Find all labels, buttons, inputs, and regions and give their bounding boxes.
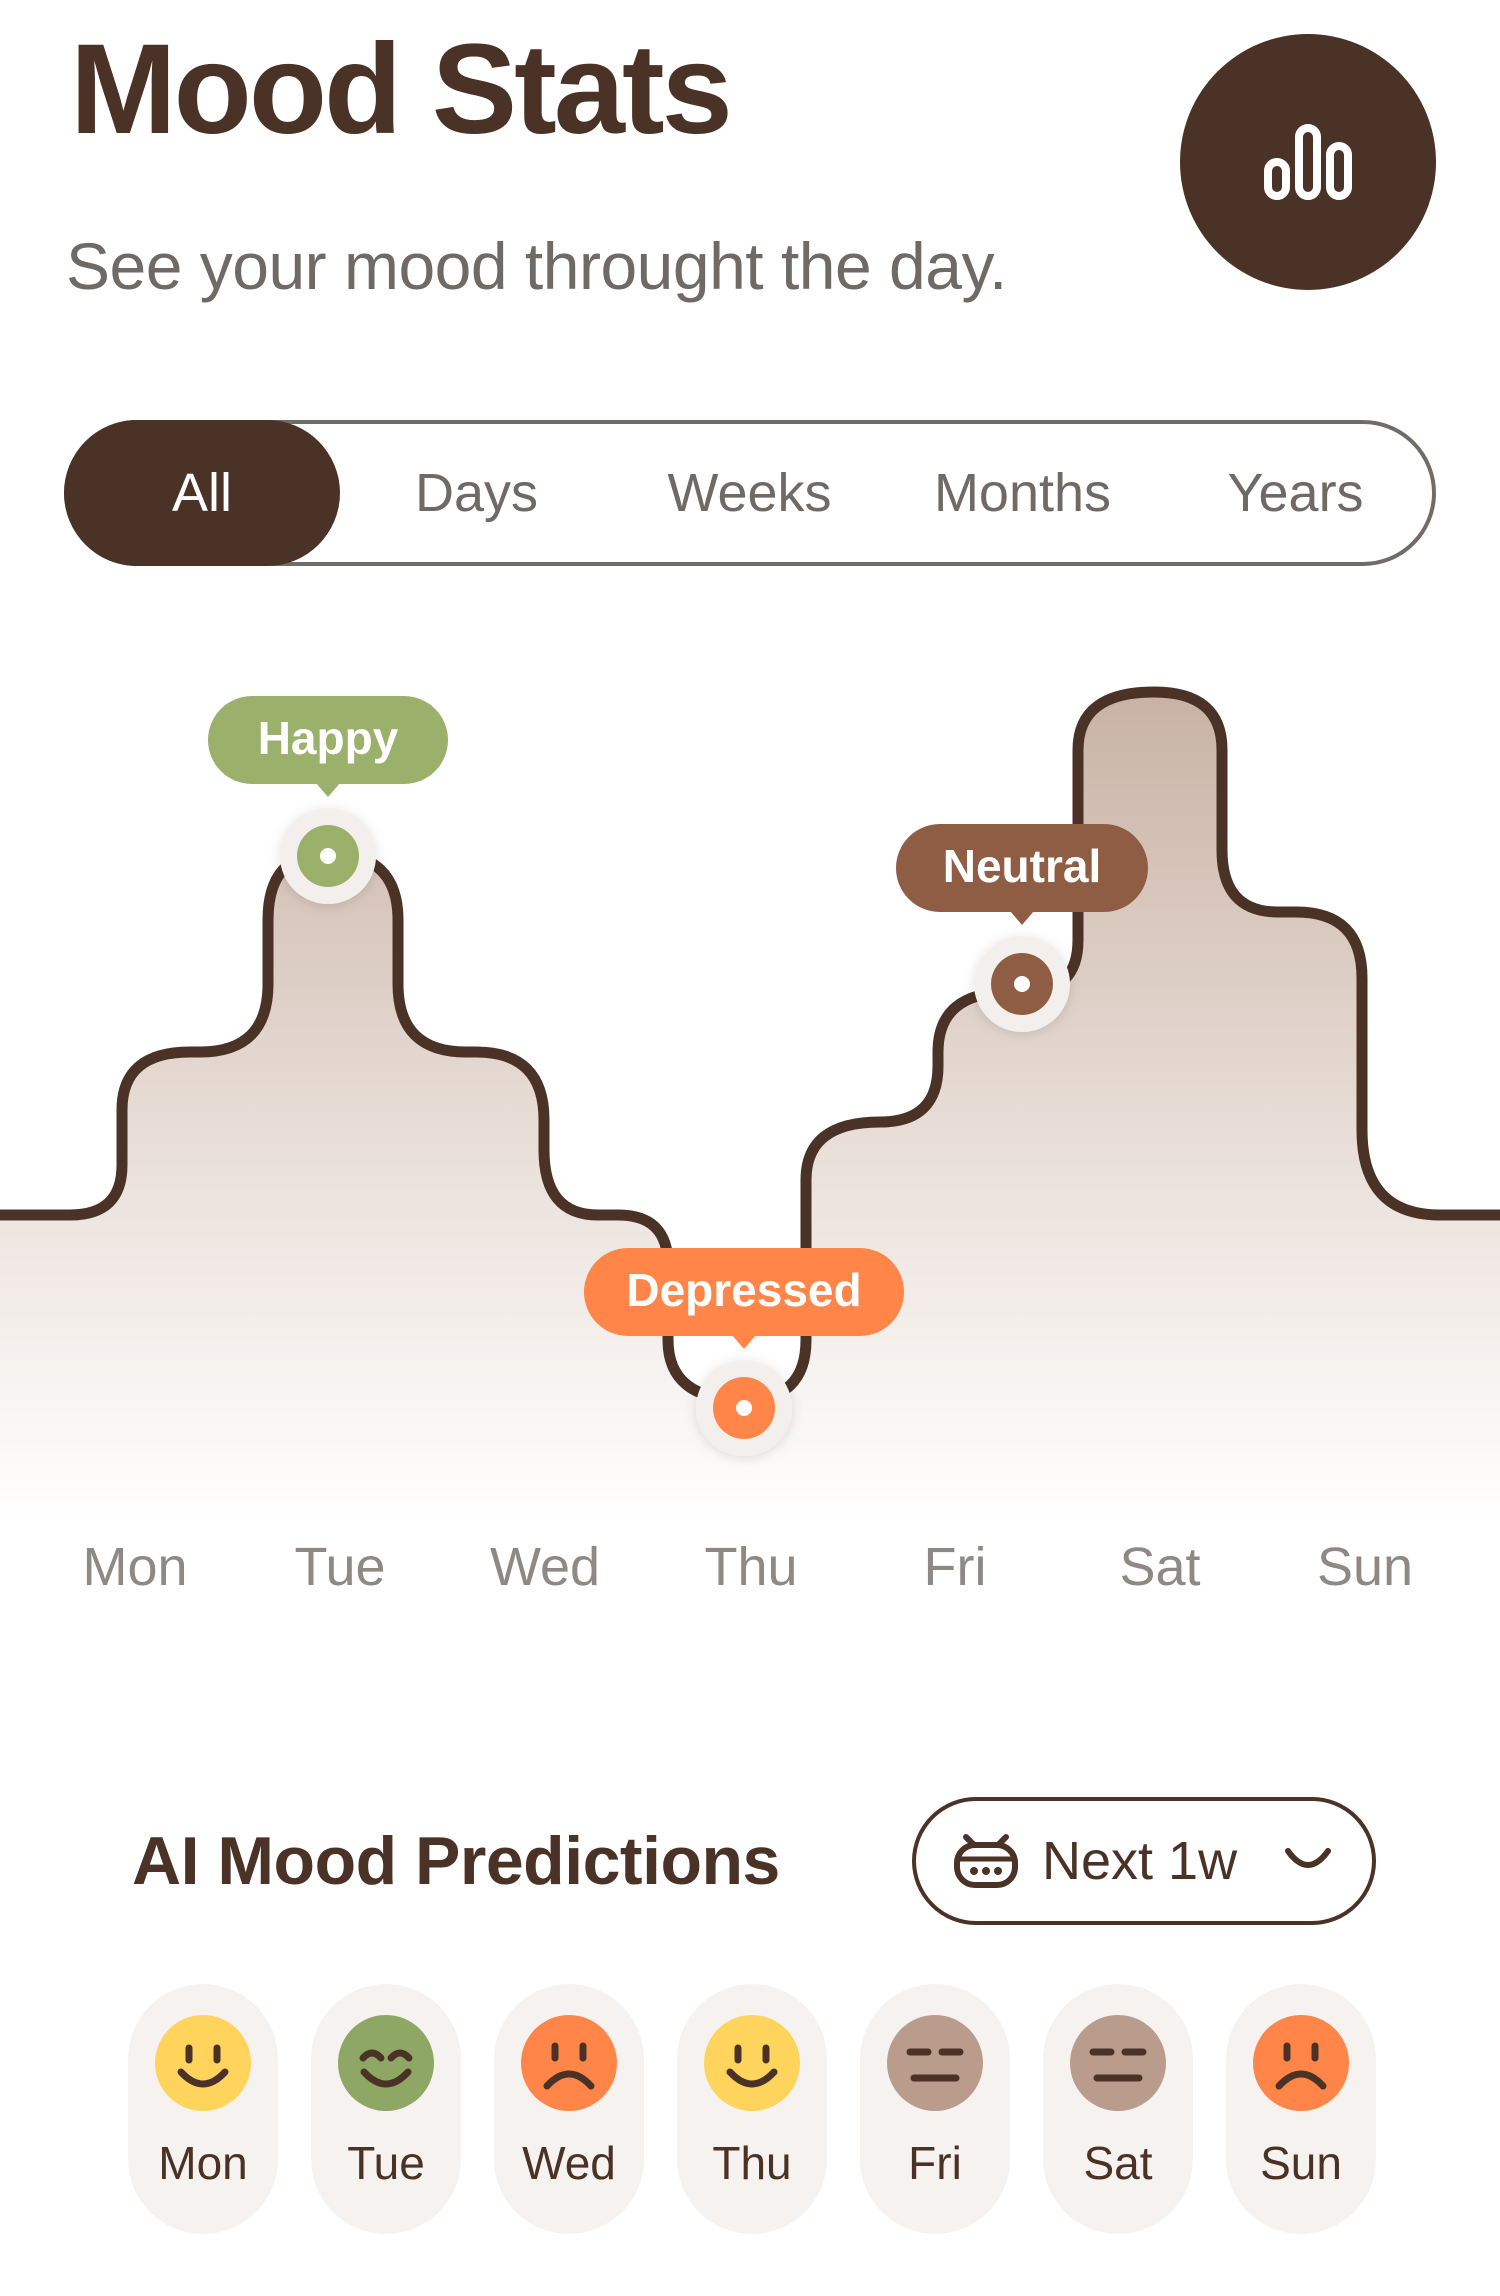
prediction-day-label: Fri [908, 2137, 962, 2189]
prediction-card-mon[interactable]: Mon [128, 1984, 278, 2234]
prediction-day-label: Thu [712, 2137, 792, 2189]
period-label: Next 1w [1042, 1831, 1238, 1891]
tab-weeks[interactable]: Weeks [613, 424, 886, 562]
robot-icon [954, 1834, 1018, 1888]
prediction-card-thu[interactable]: Thu [677, 1984, 827, 2234]
neutral-face-icon [1070, 2015, 1166, 2111]
prediction-card-sun[interactable]: Sun [1226, 1984, 1376, 2234]
sad-face-icon [1253, 2015, 1349, 2111]
tab-years[interactable]: Years [1159, 424, 1432, 562]
prediction-day-label: Tue [347, 2137, 425, 2189]
page-title: Mood Stats [70, 18, 733, 161]
neutral-label: Neutral [943, 840, 1101, 892]
neutral-face-icon [887, 2015, 983, 2111]
prediction-card-tue[interactable]: Tue [311, 1984, 461, 2234]
prediction-period-dropdown[interactable]: Next 1w [912, 1797, 1376, 1925]
prediction-day-label: Mon [158, 2137, 248, 2189]
happy-label: Happy [258, 712, 399, 764]
x-tick-label: Sun [1316, 1537, 1414, 1597]
prediction-card-wed[interactable]: Wed [494, 1984, 644, 2234]
x-tick-label: Wed [489, 1537, 601, 1597]
chevron-down-icon [1285, 1848, 1331, 1868]
x-tick-label: Sat [1119, 1537, 1201, 1597]
prediction-card-sat[interactable]: Sat [1043, 1984, 1193, 2234]
x-tick-label: Tue [294, 1537, 386, 1597]
content-face-icon [338, 2015, 434, 2111]
page-subtitle: See your mood throught the day. [66, 229, 1007, 303]
tab-all[interactable]: All [64, 420, 340, 566]
mood-stats-screen: Mood Stats See your mood throught the da… [0, 0, 1500, 2296]
depressed-label: Depressed [626, 1264, 861, 1316]
stats-button[interactable] [1180, 34, 1436, 290]
sad-face-icon [521, 2015, 617, 2111]
bar-chart-icon [1264, 124, 1352, 200]
x-tick-label: Mon [82, 1537, 188, 1597]
tab-months[interactable]: Months [886, 424, 1159, 562]
x-tick-label: Thu [704, 1537, 798, 1597]
prediction-card-fri[interactable]: Fri [860, 1984, 1010, 2234]
x-axis-labels: Mon Tue Wed Thu Fri Sat Sun [0, 1536, 1500, 1606]
happy-face-icon [704, 2015, 800, 2111]
happy-face-icon [155, 2015, 251, 2111]
prediction-list: Mon Tue Wed Thu Fri Sat Sun [128, 1984, 1378, 2234]
ai-predictions-title: AI Mood Predictions [132, 1823, 780, 1899]
prediction-day-label: Sat [1083, 2137, 1153, 2189]
mood-chart: Happy Depressed Neutral [0, 686, 1500, 1520]
prediction-day-label: Sun [1260, 2137, 1342, 2189]
period-tabs: All Days Weeks Months Years [64, 420, 1436, 566]
happy-marker[interactable]: Happy [208, 696, 448, 904]
x-tick-label: Fri [923, 1537, 987, 1597]
prediction-day-label: Wed [522, 2137, 616, 2189]
tab-days[interactable]: Days [340, 424, 613, 562]
